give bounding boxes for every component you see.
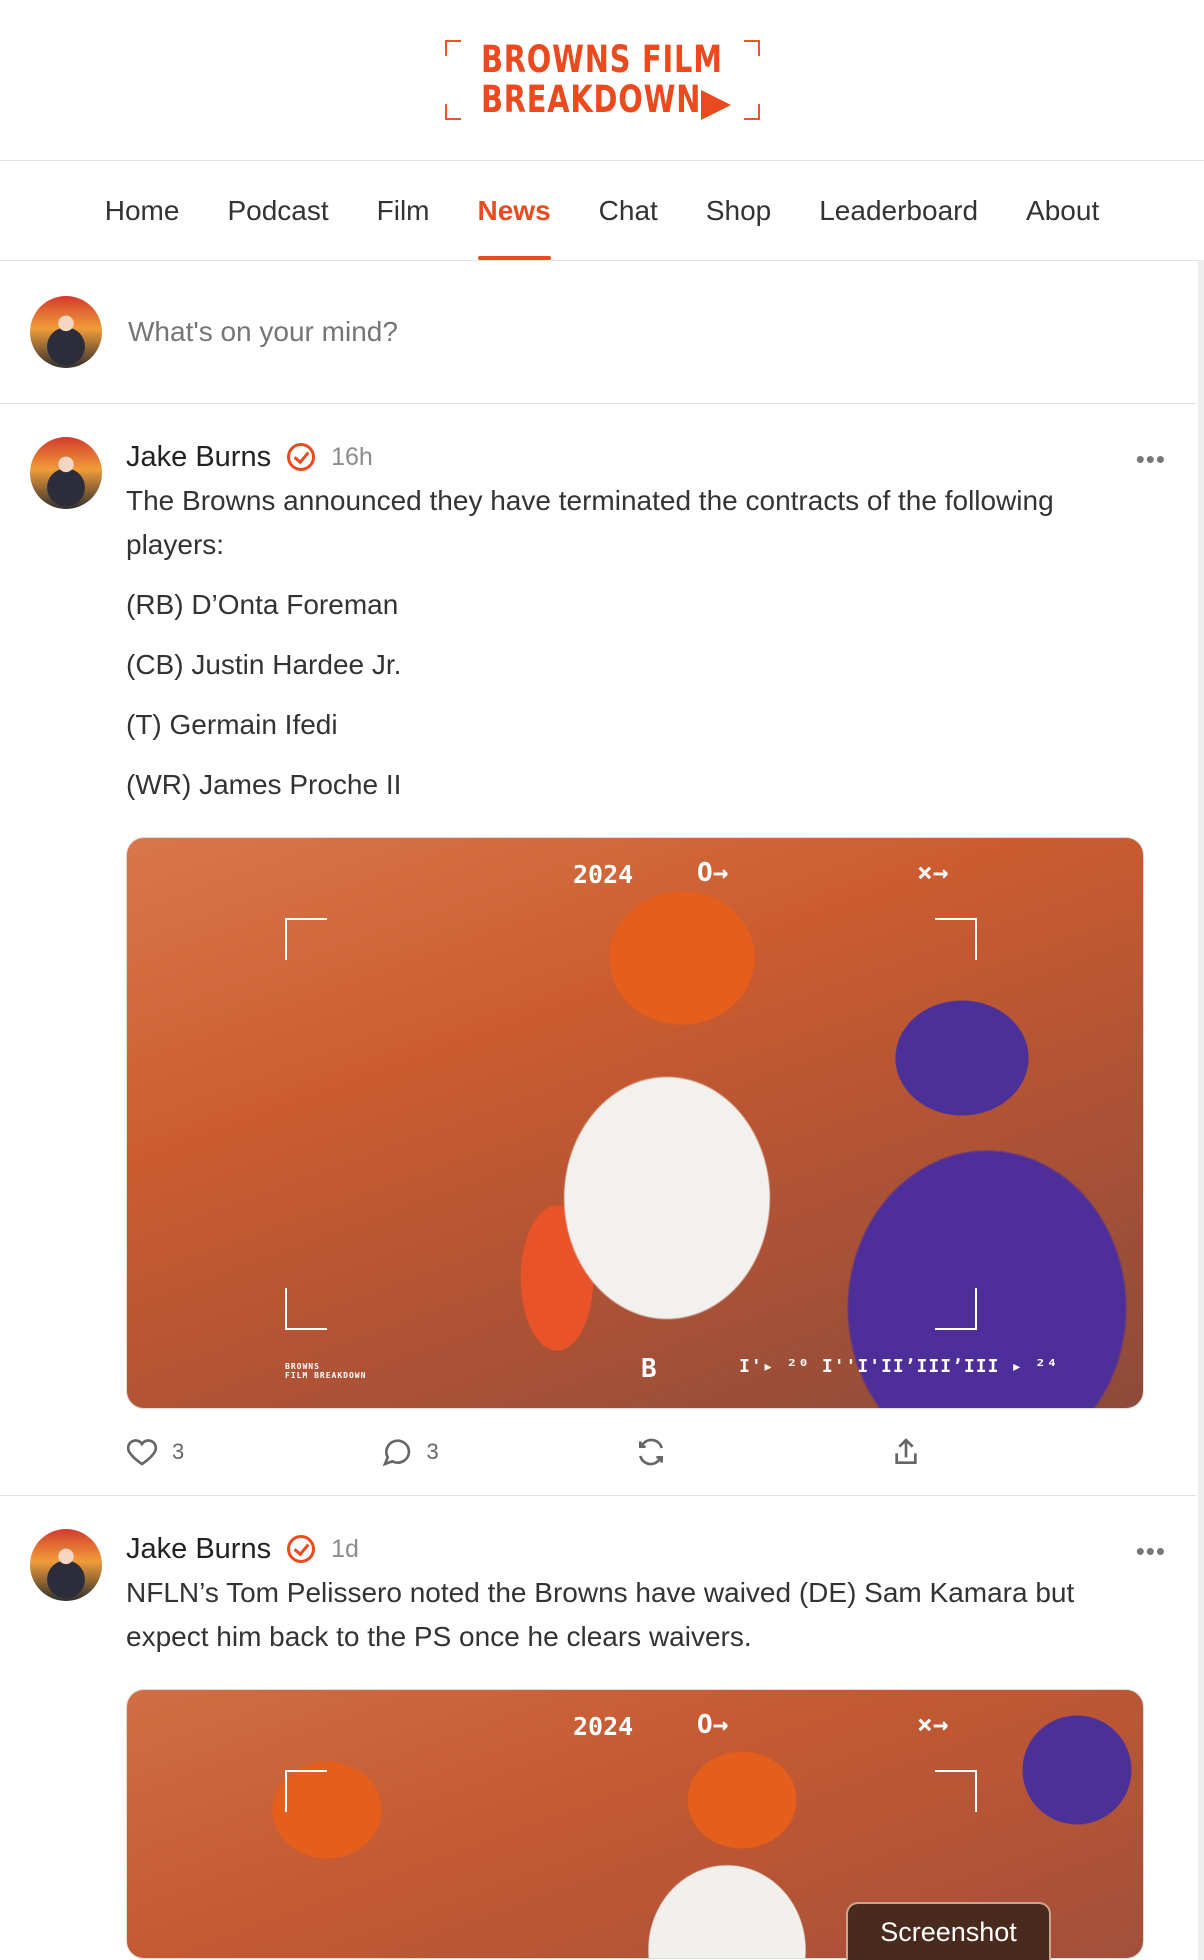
- post-text: The Browns announced they have terminate…: [126, 485, 1054, 560]
- logo-line-1: BROWNS FILM: [480, 38, 723, 81]
- image-timeline-ticks: I'▸ ²⁰ I''I'IIʼIIIʼIII ▸ ²⁴: [739, 1356, 1059, 1377]
- post-header: Jake Burns 1d: [126, 1529, 1144, 1569]
- screenshot-toast[interactable]: Screenshot: [846, 1902, 1051, 1960]
- post-time[interactable]: 1d: [331, 1535, 359, 1564]
- logo-corner: [743, 40, 760, 56]
- logo-line-2: BREAKDOWN: [480, 78, 701, 121]
- nav-about[interactable]: About: [1026, 161, 1099, 260]
- brand-logo[interactable]: BROWNS FILM BREAKDOWN: [444, 38, 760, 121]
- avatar[interactable]: [30, 296, 102, 368]
- post-text: NFLN’s Tom Pelissero noted the Browns ha…: [126, 1577, 1075, 1652]
- record-icon: O→: [697, 858, 729, 888]
- frame-bracket: [285, 1770, 327, 1812]
- author-name[interactable]: Jake Burns: [126, 441, 271, 474]
- repost-button[interactable]: [635, 1436, 890, 1468]
- nav-leaderboard[interactable]: Leaderboard: [819, 161, 978, 260]
- author-name[interactable]: Jake Burns: [126, 1533, 271, 1566]
- site-header: BROWNS FILM BREAKDOWN: [0, 0, 1204, 161]
- frame-bracket: [935, 918, 977, 960]
- share-button[interactable]: [890, 1436, 1145, 1468]
- nav-podcast[interactable]: Podcast: [227, 161, 328, 260]
- image-logo-letter: B: [641, 1354, 657, 1384]
- repost-icon: [639, 1438, 663, 1466]
- frame-bracket: [285, 918, 327, 960]
- logo-corner: [743, 104, 760, 120]
- verified-icon: [287, 443, 316, 471]
- like-count: 3: [172, 1439, 185, 1464]
- play-icon: [700, 90, 731, 120]
- post: ••• Jake Burns 16h The Browns announced …: [0, 404, 1196, 1496]
- list-item: (RB) D’Onta Foreman: [126, 589, 399, 620]
- verified-icon: [287, 1535, 316, 1563]
- nav-news[interactable]: News: [477, 161, 551, 260]
- image-watermark: BROWNS FILM BREAKDOWN: [285, 1362, 367, 1380]
- close-arrow-icon: ×→: [917, 1710, 949, 1740]
- post-body: Jake Burns 16h The Browns announced they…: [126, 437, 1144, 1495]
- post-composer: [0, 261, 1196, 404]
- list-item: (CB) Justin Hardee Jr.: [126, 649, 402, 680]
- nav-home[interactable]: Home: [105, 161, 180, 260]
- composer-input[interactable]: [126, 315, 1030, 349]
- more-options-icon[interactable]: •••: [1136, 1536, 1166, 1567]
- comment-icon: [382, 1439, 410, 1467]
- post-image[interactable]: 2024 O→ ×→ BROWNS FILM BREAKDOWN B I'▸ ²…: [126, 837, 1144, 1409]
- frame-bracket: [935, 1770, 977, 1812]
- avatar[interactable]: [30, 1529, 102, 1601]
- post-actions: 3 3: [126, 1409, 1144, 1495]
- comment-button[interactable]: 3: [381, 1436, 636, 1468]
- nav-chat[interactable]: Chat: [599, 161, 658, 260]
- logo-corner: [444, 40, 461, 56]
- like-button[interactable]: 3: [126, 1436, 381, 1468]
- comment-count: 3: [426, 1439, 439, 1464]
- share-icon: [894, 1438, 917, 1464]
- logo-corner: [444, 104, 461, 120]
- main-nav: Home Podcast Film News Chat Shop Leaderb…: [0, 161, 1204, 261]
- post-time[interactable]: 16h: [331, 443, 373, 472]
- image-year-label: 2024: [573, 1712, 634, 1741]
- post: ••• Jake Burns 1d NFLN’s Tom Pelissero n…: [0, 1496, 1196, 1959]
- image-year-label: 2024: [573, 860, 634, 889]
- post-body: Jake Burns 1d NFLN’s Tom Pelissero noted…: [126, 1529, 1144, 1959]
- nav-shop[interactable]: Shop: [706, 161, 771, 260]
- frame-bracket: [935, 1288, 977, 1330]
- scrollbar[interactable]: [1198, 260, 1204, 1960]
- list-item: (WR) James Proche II: [126, 769, 402, 800]
- nav-film[interactable]: Film: [377, 161, 430, 260]
- frame-bracket: [285, 1288, 327, 1330]
- more-options-icon[interactable]: •••: [1136, 444, 1166, 475]
- list-item: (T) Germain Ifedi: [126, 709, 338, 740]
- close-arrow-icon: ×→: [917, 858, 949, 888]
- avatar[interactable]: [30, 437, 102, 509]
- record-icon: O→: [697, 1710, 729, 1740]
- post-header: Jake Burns 16h: [126, 437, 1144, 477]
- heart-icon: [126, 1439, 158, 1466]
